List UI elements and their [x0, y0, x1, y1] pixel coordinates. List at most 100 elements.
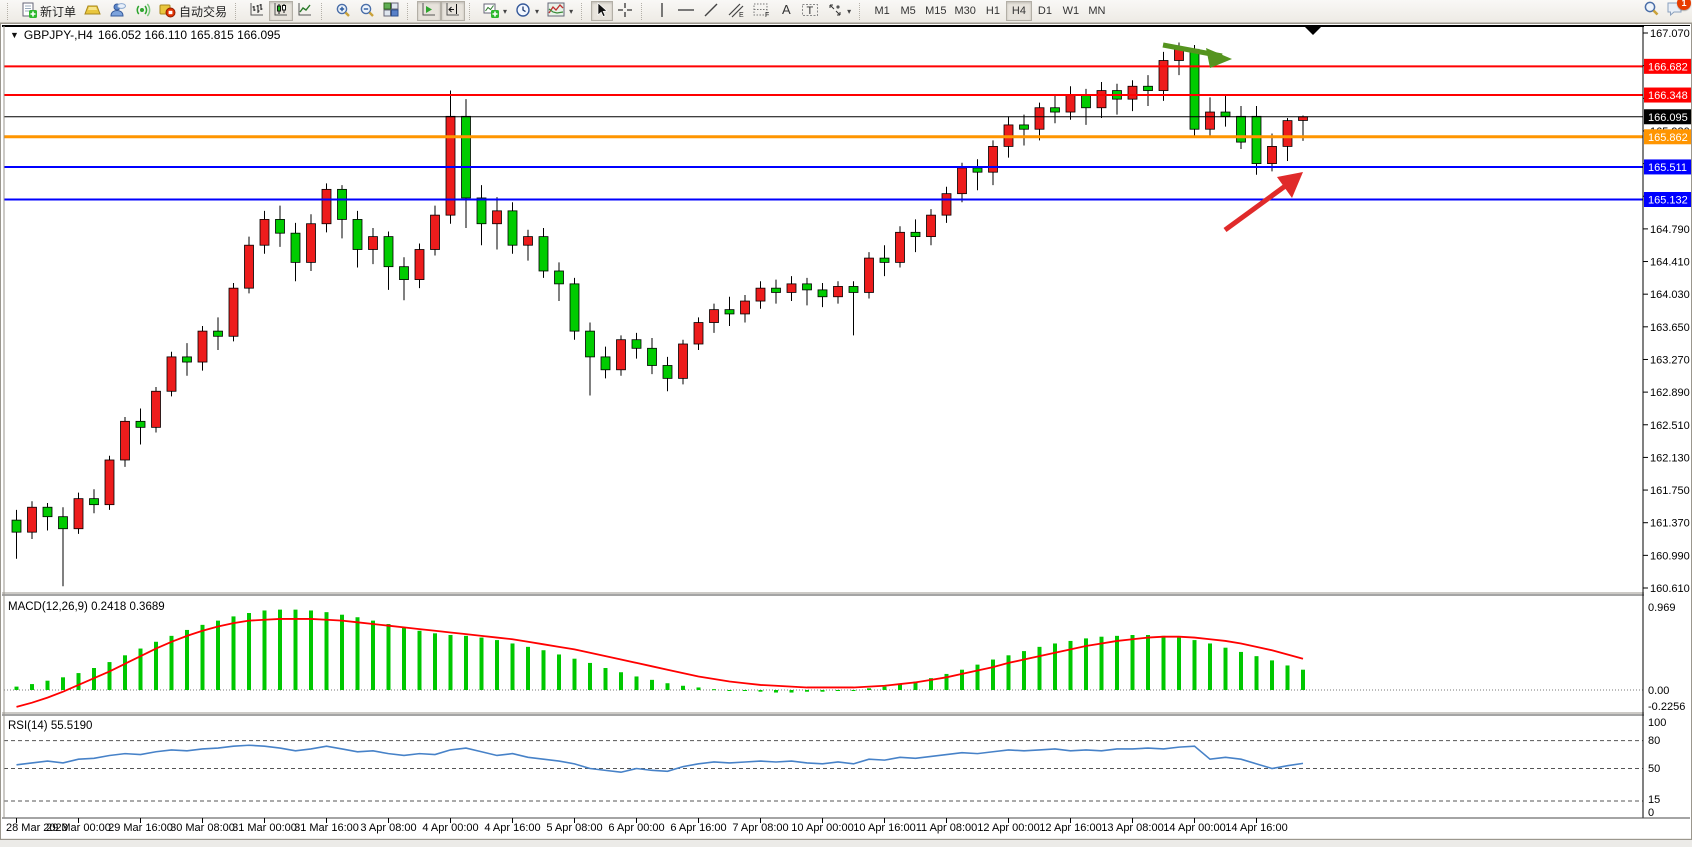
- toolbar-separator: [235, 3, 242, 20]
- chart-shift-button[interactable]: [441, 1, 465, 21]
- crosshair-button[interactable]: [613, 1, 637, 21]
- macd-histogram-bar: [185, 630, 189, 690]
- zoom-in-button[interactable]: [331, 1, 355, 21]
- candle-body: [710, 310, 719, 323]
- zoom-out-button[interactable]: [355, 1, 379, 21]
- macd-histogram-bar: [387, 624, 391, 690]
- macd-histogram-bar: [1146, 635, 1150, 690]
- timeframe-MN[interactable]: MN: [1084, 1, 1110, 21]
- candle-body: [1206, 112, 1215, 129]
- toolbar-separator: [641, 3, 648, 20]
- timeframe-H4[interactable]: H4: [1006, 1, 1032, 21]
- candle-body: [958, 168, 967, 194]
- timeframe-M15[interactable]: M15: [921, 1, 950, 21]
- window-bottom-edge: [0, 838, 1692, 847]
- candle-body: [803, 284, 812, 290]
- cursor-arrow-icon: [595, 2, 609, 21]
- search-icon[interactable]: [1643, 0, 1660, 22]
- candle-body: [353, 219, 362, 249]
- macd-histogram-bar: [1270, 660, 1274, 690]
- crosshair-icon: [617, 2, 633, 21]
- templates-button[interactable]: ▾: [543, 1, 577, 21]
- cursor-button[interactable]: [591, 1, 613, 21]
- line-chart-icon: [297, 2, 313, 20]
- auto-scroll-button[interactable]: [417, 1, 441, 21]
- time-tick-label: 3 Apr 08:00: [360, 822, 416, 834]
- macd-histogram-bar: [1115, 636, 1119, 690]
- macd-histogram-bar: [1301, 670, 1305, 690]
- candle-body: [28, 507, 37, 532]
- notifications-button[interactable]: 1: [1666, 1, 1684, 22]
- candle-body: [59, 517, 68, 529]
- chart-shift-icon: [445, 2, 461, 20]
- macd-histogram-bar: [573, 659, 577, 690]
- timeframe-W1[interactable]: W1: [1058, 1, 1084, 21]
- vertical-line-icon: [656, 2, 668, 21]
- tile-windows-icon: [383, 2, 399, 20]
- text-button[interactable]: A: [775, 1, 797, 21]
- horizontal-line-button[interactable]: [673, 1, 699, 21]
- candle-body: [927, 215, 936, 236]
- text-a-icon: A: [779, 2, 793, 20]
- timeframe-D1[interactable]: D1: [1032, 1, 1058, 21]
- fibonacci-button[interactable]: E: [723, 1, 749, 21]
- timeframe-H1[interactable]: H1: [980, 1, 1006, 21]
- chart-title-bar[interactable]: ▼ GBPJPY-,H4 166.052 166.110 165.815 166…: [10, 28, 280, 42]
- auto-trading-label: 自动交易: [179, 3, 227, 20]
- candle-body: [989, 146, 998, 172]
- candle-body: [136, 421, 145, 427]
- signal-sonar-icon: [134, 2, 151, 21]
- candle-body: [942, 194, 951, 215]
- macd-histogram-bar: [728, 690, 732, 691]
- macd-histogram-bar: [1224, 648, 1228, 690]
- macd-histogram-bar: [883, 687, 887, 690]
- shapes-arrows-icon: [827, 2, 843, 21]
- signals-button[interactable]: [130, 1, 155, 21]
- tile-windows-button[interactable]: [379, 1, 403, 21]
- toolbar-separator: [859, 3, 866, 20]
- bar-chart-type-button[interactable]: [245, 1, 269, 21]
- time-tick-label: 12 Apr 16:00: [1039, 822, 1101, 834]
- trendline-button[interactable]: [699, 1, 723, 21]
- vertical-line-button[interactable]: [651, 1, 673, 21]
- candle-body: [183, 357, 192, 362]
- auto-trading-button[interactable]: 自动交易: [155, 1, 231, 21]
- candlestick-type-button[interactable]: [269, 1, 293, 21]
- timeframe-M5[interactable]: M5: [895, 1, 921, 21]
- macd-histogram-bar: [15, 687, 19, 690]
- shapes-button[interactable]: ▾: [823, 1, 855, 21]
- grid-button[interactable]: F: [749, 1, 775, 21]
- macd-histogram-bar: [480, 638, 484, 690]
- text-label-button[interactable]: T: [797, 1, 823, 21]
- time-tick-label: 30 Mar 08:00: [170, 822, 235, 834]
- new-order-button[interactable]: 新订单: [17, 1, 80, 21]
- price-axis[interactable]: 167.070166.690166.310165.930165.550165.1…: [1643, 26, 1692, 819]
- candle-body: [911, 232, 920, 236]
- template-chart-icon: [547, 2, 565, 20]
- clock-icon: [515, 2, 531, 21]
- line-chart-type-button[interactable]: [293, 1, 317, 21]
- macd-histogram-bar: [1131, 635, 1135, 690]
- periods-button[interactable]: ▾: [511, 1, 543, 21]
- candle-body: [787, 284, 796, 293]
- timeframe-M30[interactable]: M30: [951, 1, 980, 21]
- candle-body: [260, 219, 269, 245]
- community-button[interactable]: [105, 1, 130, 21]
- price-tick-label: 164.030: [1650, 289, 1690, 301]
- macd-histogram-bar: [759, 690, 763, 692]
- chart-ohlc-values: 166.052 166.110 165.815 166.095: [98, 28, 281, 42]
- candle-body: [152, 391, 161, 427]
- candle-body: [167, 357, 176, 391]
- timeframe-M1[interactable]: M1: [869, 1, 895, 21]
- price-label-text: 166.095: [1648, 112, 1688, 124]
- macd-histogram-bar: [1255, 656, 1259, 690]
- price-tick-label: 162.510: [1650, 420, 1690, 432]
- candle-body: [818, 290, 827, 297]
- new-chart-button[interactable]: ▾: [479, 1, 511, 21]
- market-watch-button[interactable]: [80, 1, 105, 21]
- macd-histogram-bar: [1193, 640, 1197, 690]
- macd-histogram-bar: [697, 687, 701, 690]
- chevron-down-icon: ▾: [569, 7, 573, 16]
- level-price-label: 165.511: [1644, 159, 1692, 174]
- candle-body: [415, 250, 424, 280]
